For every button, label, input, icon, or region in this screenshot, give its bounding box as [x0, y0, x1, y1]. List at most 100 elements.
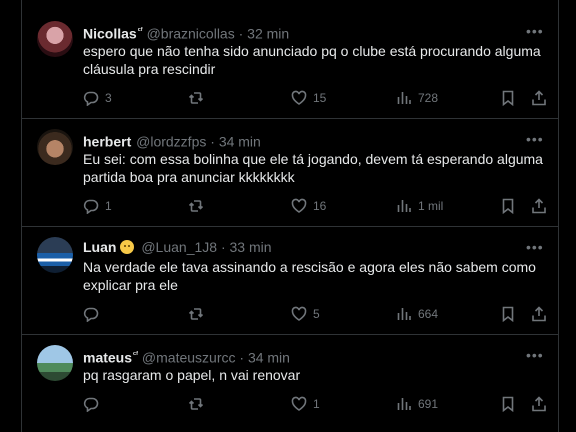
like-count: 15	[313, 91, 327, 105]
timestamp[interactable]: 32 min	[247, 26, 289, 42]
separator-dot: ·	[238, 25, 244, 42]
tweet-header: mateusᶜᶠ @mateuszurcc · 34 min	[83, 346, 290, 366]
reply-icon	[83, 91, 99, 106]
heart-icon	[291, 90, 307, 105]
like-button[interactable]: 15	[291, 89, 326, 107]
tweet-text-line: Na verdade ele tava assinando a rescisão…	[83, 259, 536, 275]
views-icon	[397, 308, 411, 320]
bookmark-icon	[502, 396, 514, 412]
heart-icon	[291, 396, 307, 411]
tweet-text-line: espero que não tenha sido anunciado pq o…	[83, 43, 541, 59]
retweet-icon	[188, 398, 204, 410]
avatar[interactable]	[37, 345, 73, 381]
user-handle[interactable]: @mateuszurcc	[142, 350, 236, 366]
tweet-actions: 1 691	[83, 395, 548, 413]
like-button[interactable]: 5	[291, 305, 320, 323]
retweet-button[interactable]	[188, 395, 210, 413]
separator-dot: ·	[220, 239, 226, 255]
tweet-text: Eu sei: com essa bolinha que ele tá joga…	[83, 150, 548, 186]
views-button[interactable]: 728	[396, 89, 438, 107]
tweet[interactable]: herbert @lordzzfps · 34 min ••• Eu sei: …	[22, 119, 558, 227]
tweet-text-line: partida boa pra anunciar kkkkkkkk	[83, 169, 295, 185]
like-count: 5	[313, 307, 320, 321]
tweet-actions: 1 16 1 mil	[83, 197, 548, 215]
like-count: 16	[313, 199, 327, 213]
reply-button[interactable]: 3	[83, 89, 112, 107]
avatar[interactable]	[37, 129, 73, 165]
heart-icon	[291, 306, 307, 321]
like-button[interactable]: 16	[291, 197, 326, 215]
bookmark-icon	[502, 306, 514, 322]
bookmark-icon	[502, 90, 514, 106]
reply-icon	[83, 397, 99, 412]
views-count: 691	[418, 397, 439, 411]
reply-count: 3	[105, 91, 112, 105]
user-handle[interactable]: @braznicollas	[147, 26, 235, 42]
share-button[interactable]	[531, 89, 547, 107]
retweet-icon	[188, 308, 204, 320]
display-name[interactable]: Luan	[83, 239, 116, 255]
reply-icon	[83, 307, 99, 322]
retweet-icon	[188, 200, 204, 212]
share-button[interactable]	[531, 305, 547, 323]
display-name[interactable]: herbert	[83, 134, 131, 150]
retweet-button[interactable]	[188, 197, 210, 215]
bookmark-button[interactable]	[500, 395, 516, 413]
tweet-actions: 3 15 728	[83, 89, 548, 107]
views-icon	[397, 398, 411, 410]
views-count: 664	[418, 307, 439, 321]
timestamp[interactable]: 33 min	[230, 239, 272, 255]
share-icon	[532, 396, 546, 412]
views-icon	[397, 200, 411, 212]
avatar[interactable]	[37, 21, 73, 57]
name-badge: ᶜᶠ	[137, 26, 143, 35]
user-handle[interactable]: @Luan_1J8	[141, 239, 217, 255]
tweet-header: herbert @lordzzfps · 34 min	[83, 130, 261, 150]
retweet-button[interactable]	[188, 89, 210, 107]
reply-icon	[83, 199, 99, 214]
tweet[interactable]: Luan @Luan_1J8 · 33 min ••• Na verdade e…	[22, 227, 558, 335]
timestamp[interactable]: 34 min	[248, 350, 290, 366]
display-name[interactable]: Nicollas	[83, 26, 137, 42]
user-handle[interactable]: @lordzzfps	[136, 134, 206, 150]
reply-button[interactable]	[83, 395, 105, 413]
avatar[interactable]	[37, 237, 73, 273]
bookmark-button[interactable]	[500, 197, 516, 215]
tweet-text-line: explicar pra ele	[83, 277, 178, 293]
tweet-text: pq rasgaram o papel, n vai renovar	[83, 366, 548, 384]
bookmark-button[interactable]	[500, 305, 516, 323]
views-button[interactable]: 1 mil	[396, 197, 443, 215]
smiley-emoji-icon	[120, 240, 135, 254]
name-badge: ᶜᶠ	[133, 350, 139, 359]
heart-icon	[291, 198, 307, 213]
tweet[interactable]: mateusᶜᶠ @mateuszurcc · 34 min ••• pq ra…	[22, 335, 558, 432]
like-button[interactable]: 1	[291, 395, 320, 413]
views-count: 728	[418, 91, 439, 105]
retweet-button[interactable]	[188, 305, 210, 323]
bookmark-button[interactable]	[500, 89, 516, 107]
tweet-text: Na verdade ele tava assinando a rescisão…	[83, 258, 548, 294]
tweet[interactable]: Nicollasᶜᶠ @braznicollas · 32 min ••• es…	[22, 0, 558, 119]
like-count: 1	[313, 397, 320, 411]
views-icon	[397, 92, 411, 104]
views-count: 1 mil	[418, 199, 444, 213]
tweet-text-line: cláusula pra rescindir	[83, 61, 216, 77]
tweet-actions: 5 664	[83, 305, 548, 323]
share-icon	[532, 90, 546, 106]
tweet-header: Luan @Luan_1J8 · 33 min	[83, 238, 272, 256]
views-button[interactable]: 691	[396, 395, 438, 413]
share-button[interactable]	[531, 395, 547, 413]
share-button[interactable]	[531, 197, 547, 215]
timestamp[interactable]: 34 min	[219, 134, 261, 150]
separator-dot: ·	[239, 349, 245, 366]
reply-button[interactable]	[83, 305, 105, 323]
tweet-text: espero que não tenha sido anunciado pq o…	[83, 42, 548, 78]
reply-button[interactable]: 1	[83, 197, 112, 215]
views-button[interactable]: 664	[396, 305, 438, 323]
bookmark-icon	[502, 198, 514, 214]
display-name[interactable]: mateus	[83, 350, 132, 366]
tweet-text-line: pq rasgaram o papel, n vai renovar	[83, 367, 301, 383]
retweet-icon	[188, 92, 204, 104]
share-icon	[532, 306, 546, 322]
separator-dot: ·	[210, 133, 215, 150]
